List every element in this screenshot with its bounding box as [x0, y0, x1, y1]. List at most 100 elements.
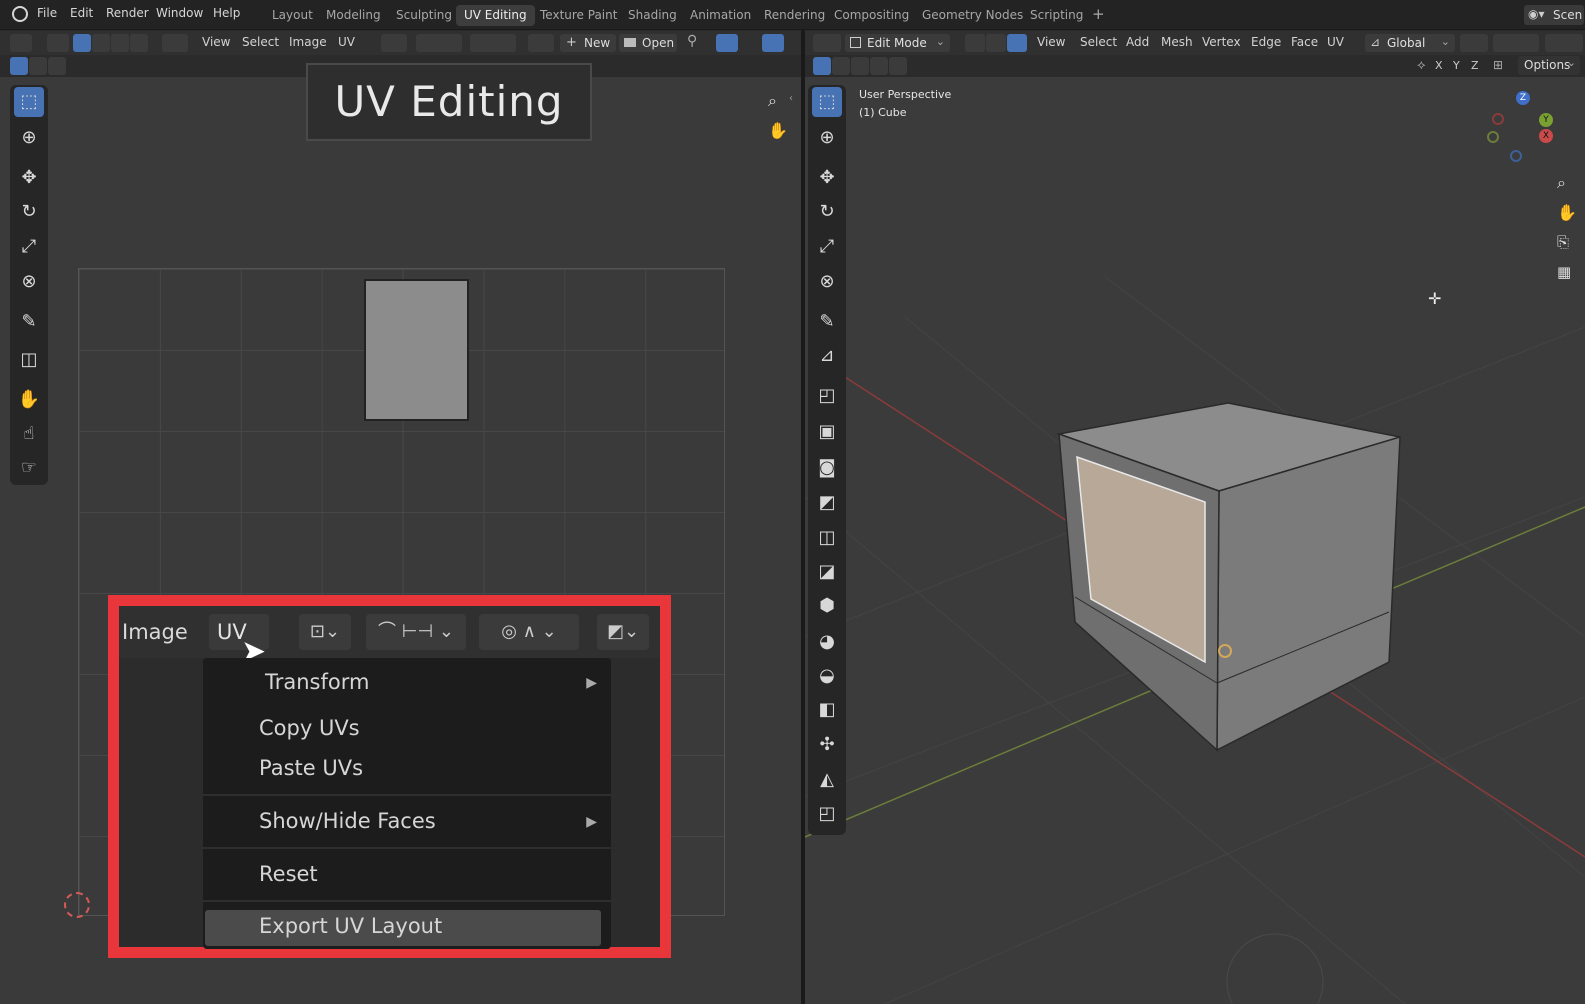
select-box-icon[interactable]	[10, 57, 28, 75]
measure-tool-icon[interactable]: ⊿	[812, 341, 842, 371]
island-select-icon[interactable]	[130, 34, 148, 52]
menu-item-transform[interactable]: Transform ▶	[203, 666, 611, 700]
tab-animation[interactable]: Animation	[682, 5, 759, 26]
rip-tool-icon[interactable]: ◫	[14, 345, 44, 375]
zoomed-image-menu[interactable]: Image	[122, 620, 188, 644]
vp-cursor-tool-icon[interactable]: ⊕	[812, 123, 842, 153]
tab-geometry-nodes[interactable]: Geometry Nodes	[914, 5, 1031, 26]
vp-transform-tool-icon[interactable]: ⊗	[812, 267, 842, 297]
menu-item-copy-uvs[interactable]: Copy UVs	[203, 712, 611, 746]
select-tool-icon[interactable]: ⬚	[14, 87, 44, 117]
tab-sculpting[interactable]: Sculpting	[388, 5, 460, 26]
uv-menu-image[interactable]: Image	[289, 35, 327, 49]
tab-layout[interactable]: Layout	[264, 5, 321, 26]
loop-cut-tool-icon[interactable]: ◫	[812, 523, 842, 553]
tab-compositing[interactable]: Compositing	[826, 5, 917, 26]
gizmo-neg-x-icon[interactable]	[1492, 113, 1504, 125]
select-subtract-icon[interactable]	[48, 57, 66, 75]
new-image-button[interactable]: + New	[560, 34, 616, 52]
vertex-mode-icon[interactable]	[965, 34, 985, 52]
menu-item-reset[interactable]: Reset	[203, 858, 611, 892]
zoomed-pivot-icon[interactable]: ⊡⌄	[299, 614, 351, 650]
viewport-menu-uv[interactable]: UV	[1327, 35, 1344, 49]
vp-select-box-icon[interactable]	[813, 57, 831, 75]
annotate-tool-icon[interactable]: ✎	[14, 307, 44, 337]
3d-viewport[interactable]: ⬚ ⊕ ✥ ↻ ⤢ ⊗ ✎ ⊿ ◰ ▣ ◙ ◩ ◫ ◪ ⬢ ◕ ◒ ◧ ✣ ◭ …	[805, 77, 1585, 1004]
vp-scale-tool-icon[interactable]: ⤢	[812, 232, 842, 262]
grab-tool-icon[interactable]: ✋	[14, 385, 44, 415]
vp-rotate-tool-icon[interactable]: ↻	[812, 197, 842, 227]
viewport-menu-add[interactable]: Add	[1126, 35, 1149, 49]
tab-shading[interactable]: Shading	[620, 5, 685, 26]
axis-y-toggle[interactable]: Y	[1453, 59, 1460, 72]
move-tool-icon[interactable]: ✥	[14, 163, 44, 193]
blender-logo-icon[interactable]	[12, 6, 28, 22]
smooth-tool-icon[interactable]: ◒	[812, 661, 842, 691]
gizmo-neg-y-icon[interactable]	[1487, 131, 1499, 143]
menu-file[interactable]: File	[37, 6, 57, 20]
vp-select-invert-icon[interactable]	[870, 57, 888, 75]
vertex-select-icon[interactable]	[73, 34, 91, 52]
face-mode-icon[interactable]	[1007, 34, 1027, 52]
axis-x-toggle[interactable]: X	[1435, 59, 1443, 72]
options-dropdown[interactable]: Options ⌄	[1518, 56, 1580, 75]
mirror-icon[interactable]: ⟡	[1417, 58, 1426, 73]
sync-selection-icon[interactable]	[47, 34, 69, 52]
gizmo-y-icon[interactable]: Y	[1539, 113, 1553, 127]
collapse-arrow-icon[interactable]: ‹	[789, 93, 793, 104]
perspective-toggle-icon[interactable]: ▦	[1557, 263, 1571, 281]
gizmo-z-icon[interactable]: Z	[1516, 91, 1530, 105]
menu-edit[interactable]: Edit	[70, 6, 93, 20]
zoomed-proportional-icon[interactable]: ◎ ∧ ⌄	[479, 614, 579, 650]
transform-tool-icon[interactable]: ⊗	[14, 267, 44, 297]
viewport-menu-mesh[interactable]: Mesh	[1161, 35, 1193, 49]
viewport-menu-view[interactable]: View	[1037, 35, 1065, 49]
scene-selector[interactable]: ◉▾ Scen	[1524, 5, 1584, 25]
vp-select-intersect-icon[interactable]	[889, 57, 907, 75]
image-display-icon[interactable]	[528, 34, 554, 52]
viewport-snap-icon[interactable]	[1493, 34, 1539, 52]
vp-move-tool-icon[interactable]: ✥	[812, 163, 842, 193]
tab-rendering[interactable]: Rendering	[756, 5, 833, 26]
uv-menu-select[interactable]: Select	[242, 35, 279, 49]
uv-island[interactable]	[364, 279, 469, 421]
zoomed-snap-icon[interactable]: ⌒ ⊢⊣ ⌄	[366, 614, 466, 650]
proportional-edit-icon[interactable]	[470, 34, 516, 52]
gizmo-neg-z-icon[interactable]	[1510, 150, 1522, 162]
edge-slide-tool-icon[interactable]: ◧	[812, 695, 842, 725]
vp-select-extend-icon[interactable]	[832, 57, 850, 75]
menu-item-paste-uvs[interactable]: Paste UVs	[203, 752, 611, 786]
uv-menu-uv[interactable]: UV	[338, 35, 355, 49]
menu-item-export-uv-layout[interactable]: Export UV Layout	[205, 910, 601, 946]
viewport-menu-vertex[interactable]: Vertex	[1202, 35, 1241, 49]
overlay-toggle-icon[interactable]	[762, 34, 784, 52]
cursor-tool-icon[interactable]: ⊕	[14, 123, 44, 153]
inset-tool-icon[interactable]: ◙	[812, 453, 842, 483]
menu-window[interactable]: Window	[156, 6, 203, 20]
rip-region-tool-icon[interactable]: ◰	[812, 799, 842, 829]
snap-icon[interactable]	[416, 34, 462, 52]
menu-help[interactable]: Help	[213, 6, 240, 20]
select-extend-icon[interactable]	[29, 57, 47, 75]
open-image-button[interactable]: Open	[619, 34, 677, 52]
zoom-icon[interactable]: ⌕	[768, 91, 777, 111]
navigation-gizmo[interactable]: Z Y X	[1485, 87, 1565, 167]
menu-item-show-hide-faces[interactable]: Show/Hide Faces ▶	[203, 805, 611, 839]
vp-annotate-tool-icon[interactable]: ✎	[812, 307, 842, 337]
auto-merge-icon[interactable]: ⊞	[1493, 58, 1503, 72]
viewport-proportional-icon[interactable]	[1545, 34, 1583, 52]
mode-selector[interactable]: Edit Mode ⌄	[845, 34, 950, 52]
gizmo-toggle-icon[interactable]	[716, 34, 738, 52]
shrink-tool-icon[interactable]: ✣	[812, 730, 842, 760]
add-cube-tool-icon[interactable]: ◰	[812, 381, 842, 411]
relax-tool-icon[interactable]: ☝	[14, 419, 44, 449]
vp-select-subtract-icon[interactable]	[851, 57, 869, 75]
vp-zoom-icon[interactable]: ⌕	[1557, 173, 1566, 193]
2d-cursor-icon[interactable]	[64, 892, 90, 918]
spin-tool-icon[interactable]: ◕	[812, 627, 842, 657]
viewport-menu-edge[interactable]: Edge	[1251, 35, 1281, 49]
pinch-tool-icon[interactable]: ☞	[14, 453, 44, 483]
face-select-icon[interactable]	[111, 34, 129, 52]
tab-texture-paint[interactable]: Texture Paint	[532, 5, 625, 26]
pin-icon[interactable]: ⚲	[687, 33, 697, 49]
